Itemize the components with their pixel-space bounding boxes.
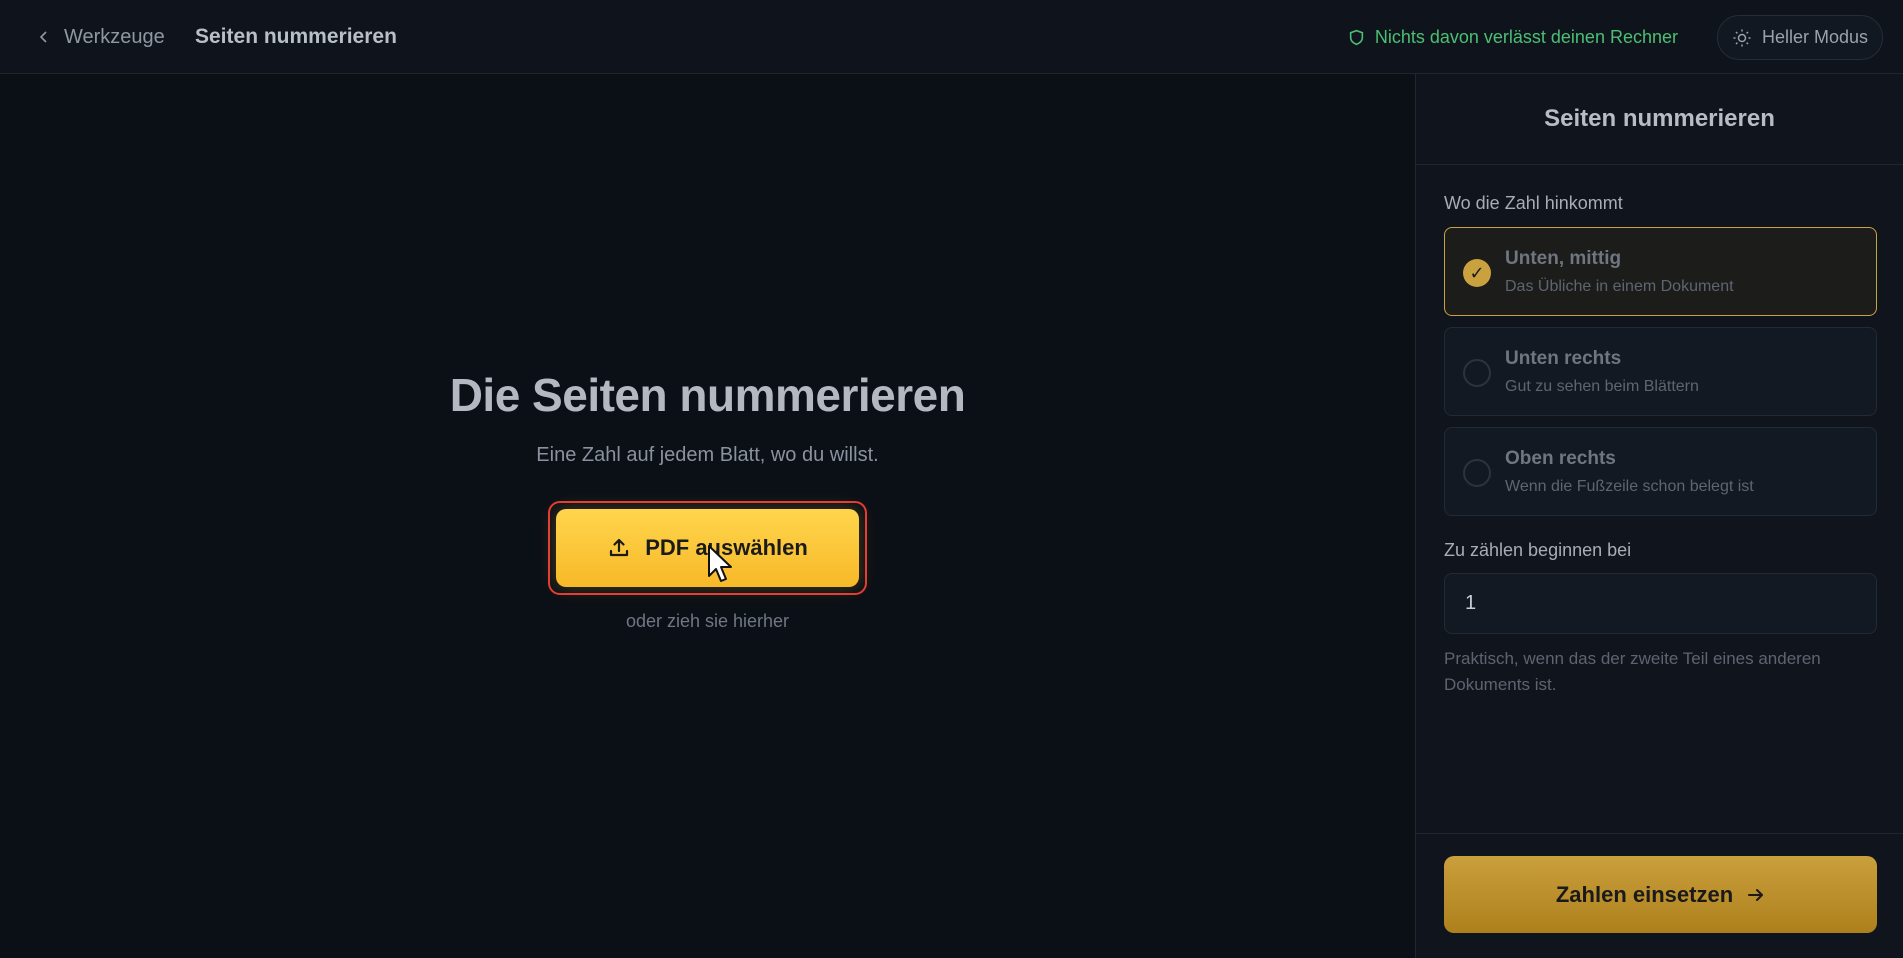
start-number-label: Zu zählen beginnen bei [1444,540,1632,560]
start-number-input[interactable] [1444,573,1877,634]
radio-empty-icon [1463,459,1491,487]
page-title: Seiten nummerieren [195,25,397,48]
arrow-right-icon [1748,888,1764,901]
option-title: Unten, mittig [1505,248,1622,269]
top-bar: Werkzeuge Seiten nummerieren Nichts davo… [0,0,1903,74]
hero-subtitle: Eine Zahl auf jedem Blatt, wo du willst. [536,444,879,466]
start-number-hint: Praktisch, wenn das der zweite Teil eine… [1444,649,1821,694]
hero-title: Die Seiten nummerieren [449,369,966,421]
privacy-note: Nichts davon verlässt deinen Rechner [1348,0,1678,74]
insert-numbers-label: Zahlen einsetzen [1555,881,1734,907]
settings-panel: Seiten nummerieren Wo die Zahl hinkommt … [1415,74,1903,958]
position-label: Wo die Zahl hinkommt [1444,193,1623,213]
option-bottom-right[interactable]: Unten rechts Gut zu sehen beim Blättern [1444,327,1877,416]
mouse-cursor-icon [708,545,732,582]
drop-hint: oder zieh sie hierher [625,611,790,631]
panel-footer: Zahlen einsetzen [1416,833,1903,958]
radio-checked-icon: ✓ [1463,259,1491,287]
option-title: Unten rechts [1505,348,1622,369]
option-title: Oben rechts [1505,448,1616,469]
sun-icon [1733,29,1751,46]
option-desc: Gut zu sehen beim Blättern [1505,378,1699,395]
option-desc: Das Übliche in einem Dokument [1505,278,1734,295]
back-label: Werkzeuge [64,25,165,48]
upload-area[interactable]: Die Seiten nummerieren Eine Zahl auf jed… [0,74,1415,958]
option-desc: Wenn die Fußzeile schon belegt ist [1505,478,1754,495]
chevron-left-icon [39,31,47,43]
radio-empty-icon [1463,359,1491,387]
option-bottom-center[interactable]: ✓ Unten, mittig Das Übliche in einem Dok… [1444,227,1877,316]
shield-icon [1349,29,1363,45]
back-link[interactable]: Werkzeuge [36,0,165,74]
panel-title: Seiten nummerieren [1416,74,1903,165]
insert-numbers-button[interactable]: Zahlen einsetzen [1444,856,1877,933]
light-mode-button[interactable]: Heller Modus [1717,15,1883,60]
option-top-right[interactable]: Oben rechts Wenn die Fußzeile schon bele… [1444,427,1877,516]
upload-icon [610,538,629,557]
privacy-text: Nichts davon verlässt deinen Rechner [1374,26,1678,47]
light-mode-label: Heller Modus [1761,27,1869,47]
